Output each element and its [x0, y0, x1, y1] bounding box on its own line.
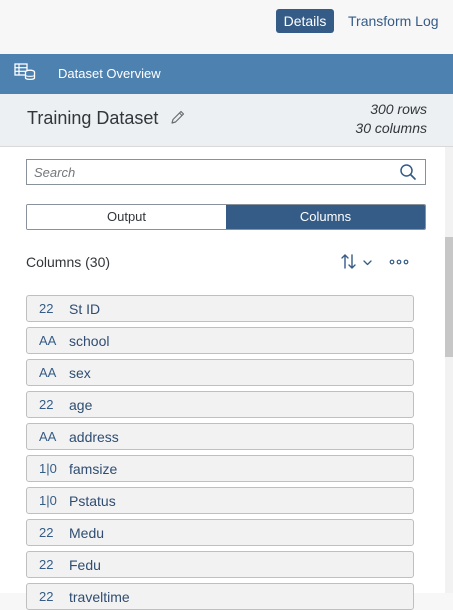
column-name: sex	[69, 365, 91, 381]
integer-type-icon: 22	[39, 525, 54, 540]
edit-icon[interactable]	[170, 109, 186, 125]
boolean-type-icon: 1|0	[39, 461, 57, 476]
integer-type-icon: 22	[39, 557, 54, 572]
details-button[interactable]: Details	[276, 9, 334, 33]
integer-type-icon: 22	[39, 397, 54, 412]
column-item[interactable]: 22 traveltime	[26, 583, 414, 610]
column-item[interactable]: 1|0 famsize	[26, 455, 414, 482]
column-name: school	[69, 333, 110, 349]
column-item[interactable]: AA sex	[26, 359, 414, 386]
column-name: Medu	[69, 525, 105, 541]
dataset-name: Training Dataset	[27, 108, 159, 128]
column-name: St ID	[69, 301, 101, 317]
column-panel: Output Columns Columns (30) 22 St ID AA …	[0, 147, 445, 610]
string-type-icon: AA	[39, 365, 57, 380]
column-name: Fedu	[69, 557, 101, 573]
panel-title: Dataset Overview	[58, 66, 161, 81]
column-name: age	[69, 397, 93, 413]
columns-count-title: Columns (30)	[26, 254, 111, 270]
dataset-icon	[14, 63, 36, 80]
column-item[interactable]: 22 St ID	[26, 295, 414, 322]
search-icon[interactable]	[399, 163, 417, 181]
scrollbar-thumb[interactable]	[445, 237, 453, 357]
string-type-icon: AA	[39, 429, 57, 444]
column-name: Pstatus	[69, 493, 116, 509]
scrollbar-track[interactable]	[445, 147, 453, 593]
column-item[interactable]: 22 age	[26, 391, 414, 418]
column-count: 30 columns	[355, 120, 427, 136]
view-toggle: Output Columns	[26, 204, 426, 230]
sort-icon[interactable]	[339, 251, 377, 273]
column-item[interactable]: 22 Fedu	[26, 551, 414, 578]
column-item[interactable]: AA school	[26, 327, 414, 354]
integer-type-icon: 22	[39, 301, 54, 316]
column-name: traveltime	[69, 589, 130, 605]
dataset-overview-header: Dataset Overview	[0, 54, 453, 94]
transform-log-button[interactable]: Transform Log	[348, 9, 439, 33]
column-item[interactable]: AA address	[26, 423, 414, 450]
column-name: famsize	[69, 461, 118, 477]
top-toolbar: Details Transform Log	[0, 0, 453, 54]
search-input[interactable]	[34, 162, 394, 182]
column-item[interactable]: 22 Medu	[26, 519, 414, 546]
boolean-type-icon: 1|0	[39, 493, 57, 508]
tab-columns[interactable]: Columns	[226, 205, 425, 229]
column-item[interactable]: 1|0 Pstatus	[26, 487, 414, 514]
dataset-header: Training Dataset 300 rows 30 columns	[0, 94, 453, 147]
search-field	[26, 159, 426, 185]
row-count: 300 rows	[370, 101, 427, 117]
tab-output[interactable]: Output	[27, 205, 226, 229]
column-name: address	[69, 429, 119, 445]
more-options-icon[interactable]	[388, 251, 410, 273]
dataset-stats: 300 rows 30 columns	[355, 100, 427, 138]
string-type-icon: AA	[39, 333, 57, 348]
integer-type-icon: 22	[39, 589, 54, 604]
